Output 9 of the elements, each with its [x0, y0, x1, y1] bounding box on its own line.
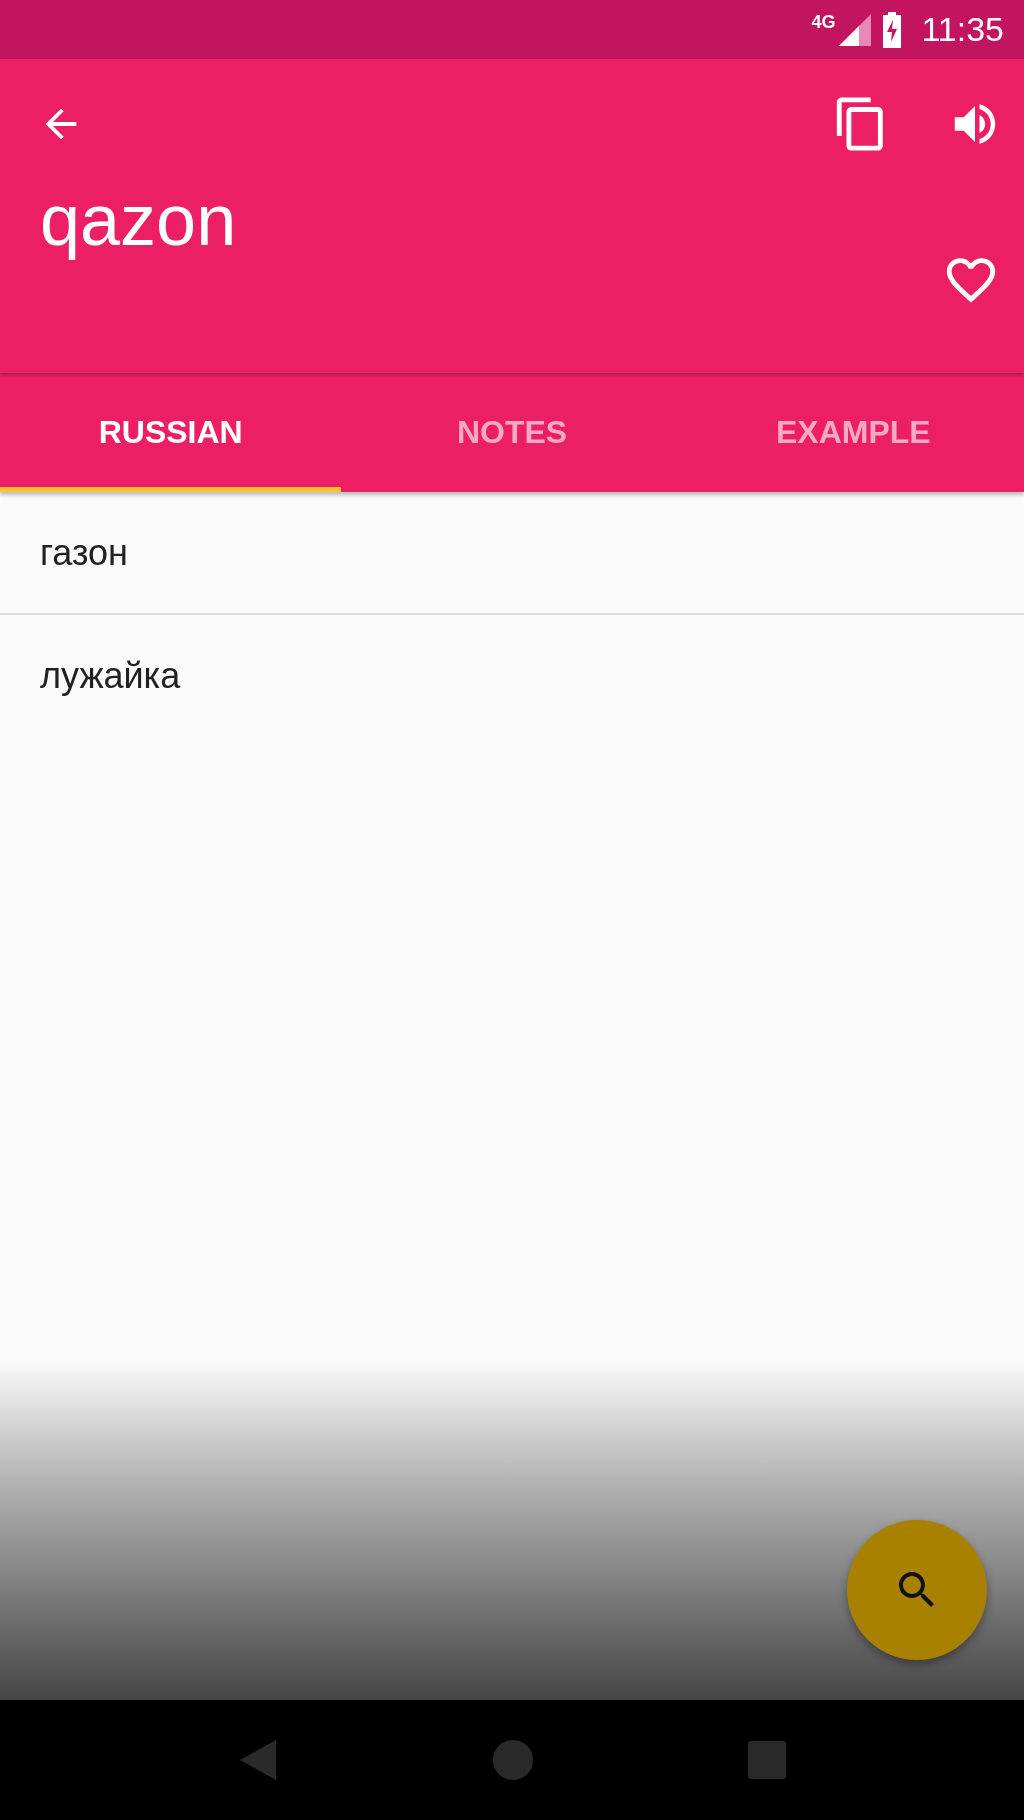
network-label: 4G	[811, 12, 836, 33]
clock: 11:35	[921, 10, 1004, 49]
translation-text: лужайка	[40, 654, 181, 697]
tab[interactable]: EXAMPLE	[682, 373, 1024, 492]
word-title: qazon	[40, 179, 238, 261]
tab[interactable]: RUSSIAN	[0, 373, 342, 492]
tab[interactable]: NOTES	[341, 373, 683, 492]
battery-charging-icon	[881, 11, 904, 48]
translation-text: газон	[40, 531, 128, 574]
